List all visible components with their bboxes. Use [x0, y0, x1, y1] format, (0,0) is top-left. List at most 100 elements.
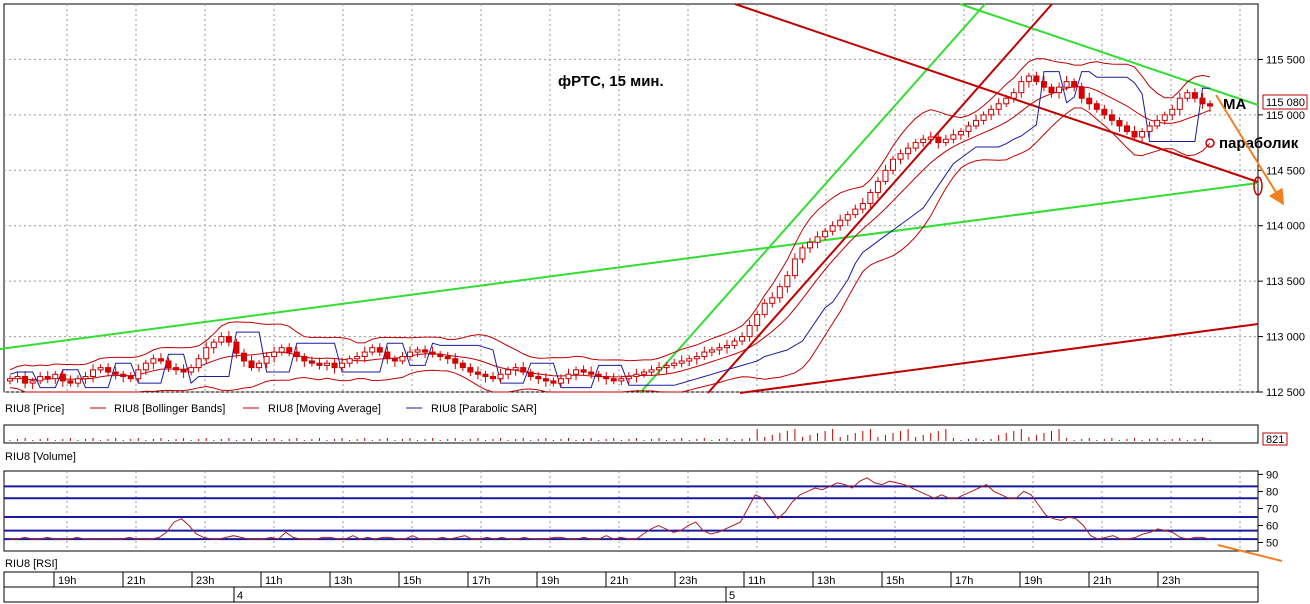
hour-tick-label: 23h [1162, 575, 1180, 587]
candle-body [807, 241, 813, 249]
candle-body [784, 275, 791, 288]
candle-body [731, 340, 738, 346]
hour-tick-label: 19h [1024, 575, 1042, 587]
parabolic-annotation: параболик [1219, 135, 1299, 152]
candle-body [882, 169, 889, 182]
candle-body [407, 351, 413, 358]
candle-body [7, 378, 13, 382]
candle-body [678, 360, 685, 364]
candle-body [633, 373, 640, 377]
candle-body [965, 125, 972, 132]
hour-tick-label: 21h [1093, 575, 1111, 587]
candle-body [497, 373, 504, 380]
candle-body [482, 373, 489, 377]
price-tick-label: 113 500 [1266, 276, 1305, 288]
candle-body [293, 351, 300, 358]
candle-body [44, 375, 51, 380]
candle-body [520, 367, 527, 373]
hour-tick-label: 23h [196, 575, 214, 587]
day-tick-label: 5 [729, 590, 735, 602]
hour-tick-label: 13h [334, 575, 352, 587]
candle-body [859, 203, 866, 210]
candle-body [74, 378, 81, 384]
price-tick-label: 114 500 [1266, 165, 1305, 177]
candle-body [897, 153, 904, 160]
candle-body [1063, 81, 1070, 88]
candle-body [354, 356, 361, 360]
candle-body [391, 358, 398, 362]
candle-body [316, 362, 323, 366]
hour-tick-label: 15h [886, 575, 904, 587]
candle-body [399, 356, 406, 362]
hour-tick-label: 23h [679, 575, 697, 587]
candle-body [723, 344, 730, 349]
candle-body [203, 347, 210, 360]
candle-body [920, 138, 927, 144]
legend: RIU8 [Price] RIU8 [Bollinger Bands] RIU8… [5, 403, 537, 415]
candle-body [995, 103, 1002, 110]
candle-body [240, 352, 247, 362]
rsi-panel: 50 60 70 80 90 RIU8 [RSI] [3, 469, 1283, 570]
candle-body [844, 214, 851, 221]
candle-body [165, 360, 172, 369]
candle-body [218, 336, 225, 343]
hour-tick-label: 17h [955, 575, 973, 587]
rsi-panel-label: RIU8 [RSI] [5, 558, 58, 570]
candle-body [776, 286, 783, 299]
candle-body [195, 358, 202, 369]
candle-body [988, 108, 995, 116]
candle-body [384, 351, 391, 360]
candle-body [573, 369, 580, 375]
candle-body [1086, 97, 1093, 105]
candle-body [414, 349, 421, 353]
candle-body [1108, 114, 1115, 121]
candle-body [376, 347, 383, 353]
candle-body [150, 358, 157, 364]
candle-body [1071, 81, 1078, 88]
candle-body [135, 369, 142, 380]
candle-body [1154, 119, 1161, 127]
candle-body [361, 351, 368, 358]
legend-price: RIU8 [Price] [5, 403, 64, 415]
candle-body [535, 375, 542, 380]
candle-body [769, 297, 776, 304]
candle-body [1191, 92, 1198, 99]
price-tick-label: 112 500 [1266, 387, 1305, 399]
candle-body [1093, 103, 1100, 110]
rsi-tick-label: 60 [1266, 520, 1278, 532]
hour-tick-label: 13h [817, 575, 835, 587]
price-tick-label: 115 500 [1266, 54, 1305, 66]
candle-body [618, 378, 625, 382]
candle-body [867, 191, 874, 205]
candle-body [490, 375, 497, 380]
chart: 112 500 113 000 113 500 114 000 114 500 115 0… [0, 3, 1308, 603]
candle-body [829, 225, 836, 232]
candle-body [505, 369, 512, 375]
candle-body [301, 356, 308, 362]
candle-body [82, 375, 89, 380]
candle-body [1176, 97, 1183, 110]
candle-body [754, 313, 761, 326]
price-tick-label: 115 000 [1266, 110, 1305, 122]
candle-body [822, 230, 829, 238]
candle-body [791, 258, 798, 277]
candle-body [890, 158, 897, 171]
hour-tick-label: 15h [403, 575, 421, 587]
candle-body [1025, 75, 1032, 83]
candle-body [37, 375, 44, 382]
candle-body [346, 358, 353, 364]
candle-body [233, 341, 240, 354]
candle-body [739, 336, 746, 342]
hour-tick-label: 19h [541, 575, 559, 587]
candle-body [286, 347, 293, 353]
volume-panel-label: RIU8 [Volume] [5, 451, 76, 463]
candle-body [701, 351, 708, 358]
candle-body [542, 378, 549, 382]
candle-body [1018, 81, 1025, 94]
price-tick-label: 114 000 [1266, 221, 1305, 233]
candle-body [90, 369, 97, 377]
candle-body [422, 349, 429, 353]
rsi-tick-label: 80 [1266, 486, 1278, 498]
candle-body [1169, 108, 1176, 116]
candle-body [1146, 125, 1153, 132]
